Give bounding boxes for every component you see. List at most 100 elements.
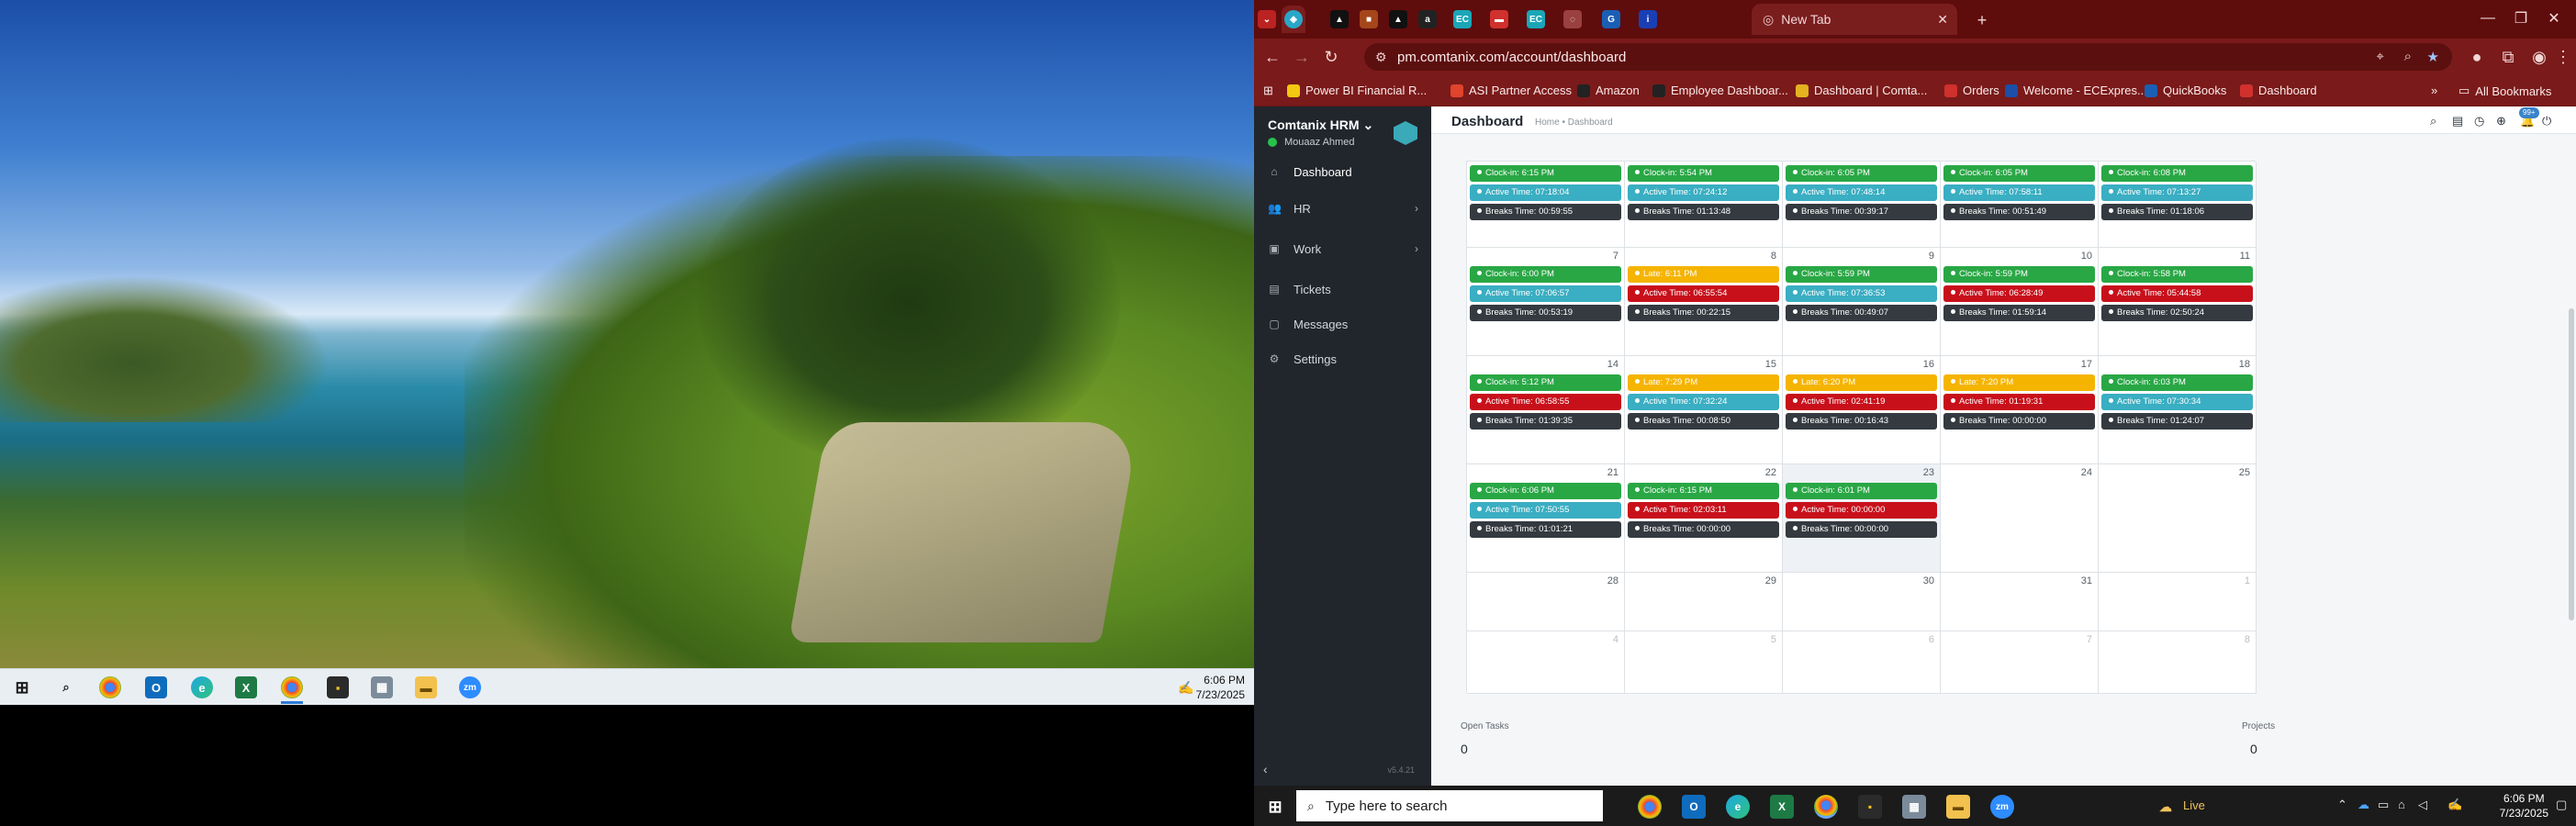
sidebar-item-settings[interactable]: ⚙ Settings [1254,343,1431,374]
calendar-event-dark[interactable]: Breaks Time: 01:18:06 [2101,204,2253,220]
calendar-event-green[interactable]: Clock-in: 6:06 PM [1470,483,1621,499]
calendar-event-yellow[interactable]: Late: 6:20 PM [1786,374,1937,391]
calendar-event-green[interactable]: Clock-in: 6:03 PM [2101,374,2253,391]
power-icon[interactable]: ⏻ [2542,114,2551,128]
calendar-day-cell[interactable]: 8 Late: 6:11 PM Active Time: 06:55:54 Break… [1625,248,1783,356]
sidebar-item-messages[interactable]: ▢ Messages [1254,308,1431,340]
left-clock[interactable]: 6:06 PM 7/23/2025 [1196,673,1245,702]
sidebar-item-dashboard[interactable]: ⌂ Dashboard [1254,156,1431,187]
new-tab-button[interactable]: + [1972,10,1992,30]
file-explorer-icon[interactable]: ▬ [1946,795,1970,819]
calendar-day-cell[interactable]: Clock-in: 5:54 PM Active Time: 07:24:12 Br… [1625,162,1783,248]
calendar-event-dark[interactable]: Breaks Time: 00:49:07 [1786,305,1937,321]
zoom-icon[interactable]: zm [459,676,481,698]
tab-pinned-11[interactable]: i [1632,6,1663,33]
calendar-event-green[interactable]: Clock-in: 6:05 PM [1786,165,1937,182]
calculator-icon[interactable]: ▦ [371,676,393,698]
tab-pinned-3[interactable]: ■ [1357,6,1381,33]
calendar-event-dark[interactable]: Breaks Time: 00:59:55 [1470,204,1621,220]
bookmark-4[interactable]: Dashboard | Comta... [1796,84,1927,97]
calendar-day-cell[interactable]: 17 Late: 7:20 PM Active Time: 01:19:31 Brea… [1941,356,2099,464]
calendar-event-green[interactable]: Clock-in: 6:15 PM [1470,165,1621,182]
more-bookmarks-icon[interactable]: » [2431,84,2437,97]
calendar-event-green[interactable]: Clock-in: 5:59 PM [1943,266,2095,283]
calendar-day-cell[interactable]: 1 [2099,573,2257,631]
calendar-event-dark[interactable]: Breaks Time: 00:53:19 [1470,305,1621,321]
tab-pinned-6[interactable]: EC [1447,6,1478,33]
outlook-icon[interactable]: O [145,676,167,698]
location-icon[interactable]: ⌖ [2377,49,2384,64]
calendar-event-red[interactable]: Active Time: 05:44:58 [2101,285,2253,302]
calendar-day-cell[interactable]: 4 [1467,631,1625,694]
calendar-day-cell[interactable]: 5 [1625,631,1783,694]
chrome-icon[interactable] [99,676,121,698]
bookmark-3[interactable]: Employee Dashboar... [1652,84,1788,97]
calendar-event-teal[interactable]: Active Time: 07:32:24 [1628,394,1779,410]
calendar-day-cell[interactable]: 11 Clock-in: 5:58 PM Active Time: 05:44:58… [2099,248,2257,356]
account-icon[interactable]: ◉ [2528,46,2550,68]
calendar-event-red[interactable]: Active Time: 06:58:55 [1470,394,1621,410]
calendar-event-red[interactable]: Active Time: 02:03:11 [1628,502,1779,519]
calendar-event-green[interactable]: Clock-in: 6:15 PM [1628,483,1779,499]
calendar-day-cell[interactable]: 14 Clock-in: 5:12 PM Active Time: 06:58:55… [1467,356,1625,464]
zoom-lens-icon[interactable]: ⌕ [2404,49,2412,64]
zoom-icon[interactable]: zm [1990,795,2014,819]
clock-icon[interactable]: ◷ [2474,114,2484,128]
calendar-day-cell[interactable]: 16 Late: 6:20 PM Active Time: 02:41:19 Brea… [1783,356,1941,464]
profile-circle-icon[interactable]: ● [2466,46,2488,68]
calculator-icon[interactable]: ▦ [1902,795,1926,819]
calendar-day-cell[interactable]: 23 Clock-in: 6:01 PM Active Time: 00:00:00… [1783,464,1941,573]
calendar-event-dark[interactable]: Breaks Time: 01:13:48 [1628,204,1779,220]
live-news-widget[interactable]: Live [2183,798,2205,812]
calendar-day-cell[interactable]: 10 Clock-in: 5:59 PM Active Time: 06:28:49… [1941,248,2099,356]
close-tab-icon[interactable]: ✕ [1937,12,1948,28]
calendar-event-green[interactable]: Clock-in: 5:12 PM [1470,374,1621,391]
calendar-event-dark[interactable]: Breaks Time: 01:59:14 [1943,305,2095,321]
bookmark-2[interactable]: Amazon [1577,84,1640,97]
address-bar[interactable]: ⚙ pm.comtanix.com/account/dashboard ⌖ ⌕ … [1364,43,2452,71]
calendar-event-green[interactable]: Clock-in: 6:01 PM [1786,483,1937,499]
calendar-event-green[interactable]: Clock-in: 6:05 PM [1943,165,2095,182]
calendar-event-red[interactable]: Active Time: 01:19:31 [1943,394,2095,410]
tab-pinned-4[interactable]: ▲ [1386,6,1410,33]
calendar-day-cell[interactable]: 30 [1783,573,1941,631]
calendar-day-cell[interactable]: Clock-in: 6:08 PM Active Time: 07:13:27 Br… [2099,162,2257,248]
calendar-event-dark[interactable]: Breaks Time: 02:50:24 [2101,305,2253,321]
network-icon[interactable]: ⌂ [2398,798,2405,811]
calendar-day-cell[interactable]: 18 Clock-in: 6:03 PM Active Time: 07:30:34… [2099,356,2257,464]
pen-icon[interactable]: ✍ [1175,676,1197,698]
edge-icon[interactable]: e [191,676,213,698]
calendar-day-cell[interactable]: 9 Clock-in: 5:59 PM Active Time: 07:36:53 B… [1783,248,1941,356]
calendar-event-dark[interactable]: Breaks Time: 00:00:00 [1628,521,1779,538]
windows-start-icon[interactable]: ⊞ [1263,795,1287,819]
calendar-event-green[interactable]: Clock-in: 5:54 PM [1628,165,1779,182]
brand-name[interactable]: Comtanix HRM ⌄ [1268,117,1373,133]
bookmark-6[interactable]: Welcome - ECExpres... [2005,84,2147,97]
calendar-day-cell[interactable]: 6 [1783,631,1941,694]
tab-pinned-9[interactable]: ◌ [1557,6,1588,33]
minimize-icon[interactable]: — [2475,7,2501,29]
outlook-icon[interactable]: O [1682,795,1706,819]
add-circle-icon[interactable]: ⊕ [2496,114,2506,128]
taskbar-search-input[interactable]: ⌕ Type here to search [1296,790,1603,821]
chrome-active-icon[interactable] [281,676,303,704]
search-icon[interactable]: ⌕ [2430,114,2436,128]
calendar-event-yellow[interactable]: Late: 7:29 PM [1628,374,1779,391]
calendar-event-teal[interactable]: Active Time: 07:06:57 [1470,285,1621,302]
calendar-event-green[interactable]: Clock-in: 6:08 PM [2101,165,2253,182]
calendar-event-teal[interactable]: Active Time: 07:50:55 [1470,502,1621,519]
notification-center-icon[interactable]: ▢ [2556,798,2567,812]
calendar-event-dark[interactable]: Breaks Time: 00:51:49 [1943,204,2095,220]
bookmark-0[interactable]: Power BI Financial R... [1287,84,1427,97]
calendar-day-cell[interactable]: 8 [2099,631,2257,694]
collapse-sidebar-icon[interactable]: ‹ [1263,762,1268,776]
sidebar-item-work[interactable]: ▣ Work › [1254,233,1431,264]
calendar-event-dark[interactable]: Breaks Time: 00:00:00 [1943,413,2095,430]
calendar-event-green[interactable]: Clock-in: 5:58 PM [2101,266,2253,283]
bookmark-8[interactable]: Dashboard [2240,84,2317,97]
extensions-icon[interactable]: ⧉ [2497,46,2519,68]
calendar-event-dark[interactable]: Breaks Time: 00:00:00 [1786,521,1937,538]
calendar-event-teal[interactable]: Active Time: 07:13:27 [2101,184,2253,201]
calendar-event-dark[interactable]: Breaks Time: 00:16:43 [1786,413,1937,430]
calendar-event-teal[interactable]: Active Time: 07:36:53 [1786,285,1937,302]
